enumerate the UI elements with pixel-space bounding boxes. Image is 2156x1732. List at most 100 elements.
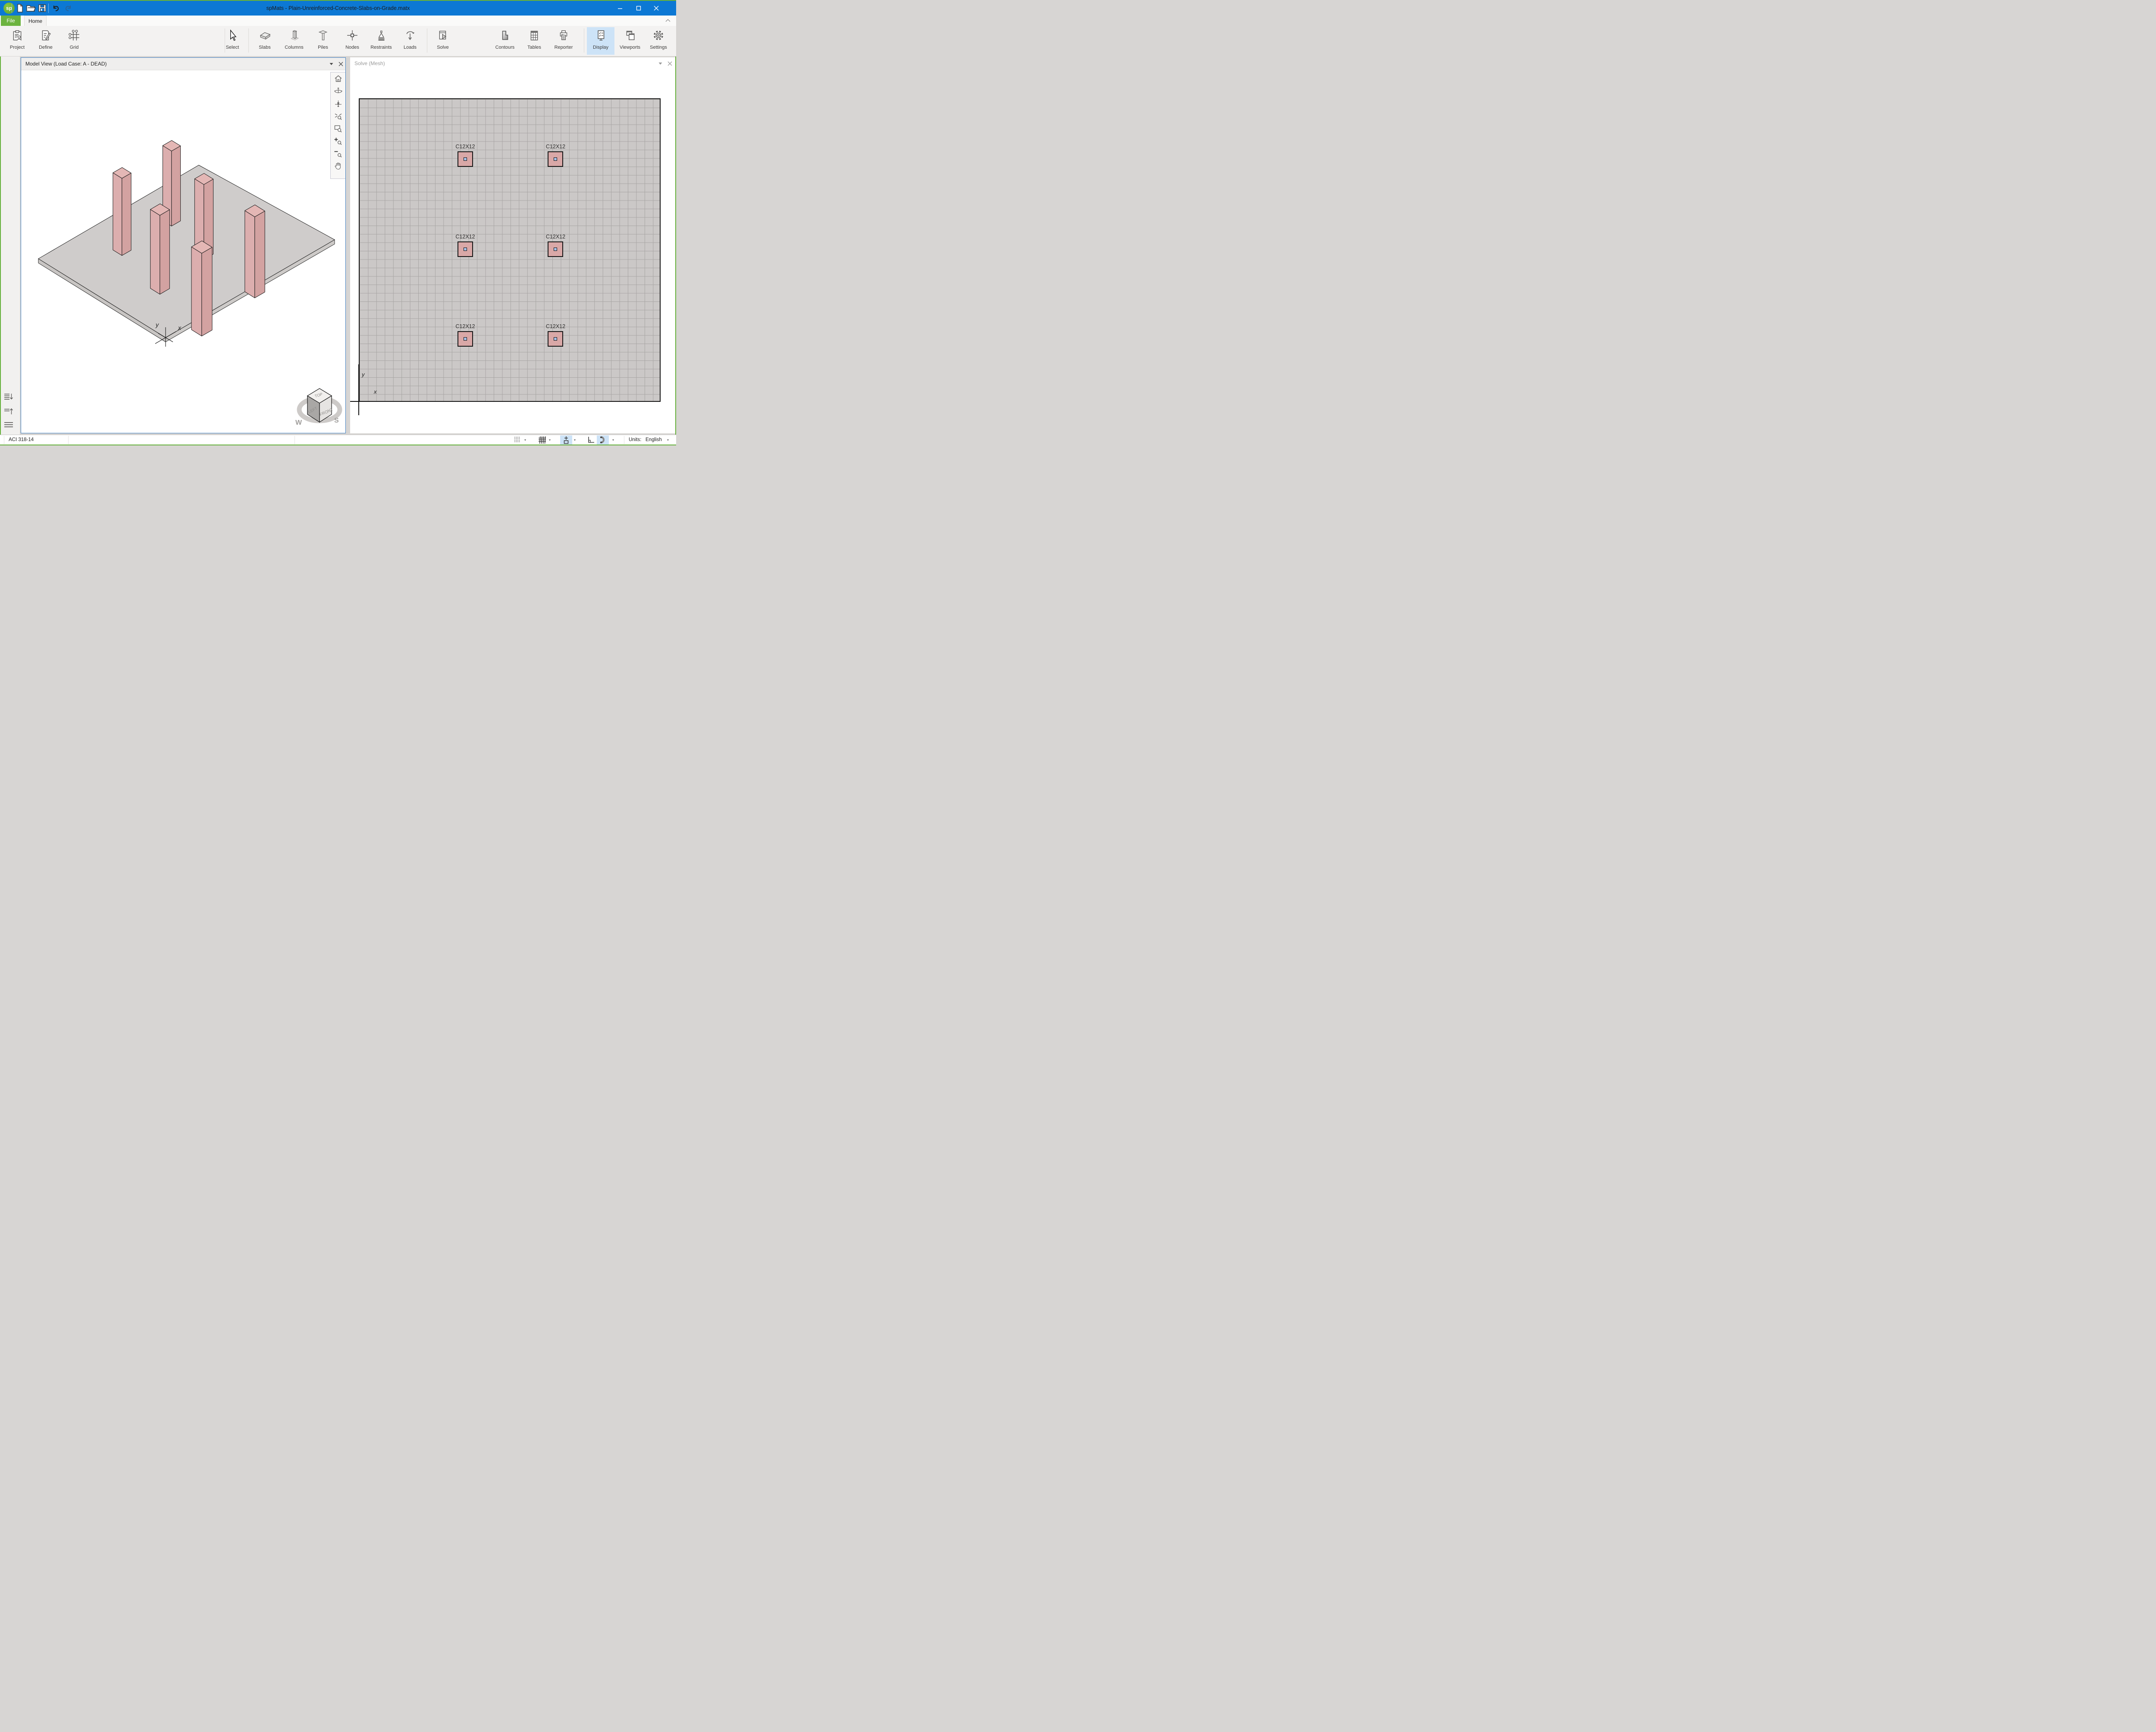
model-view-title-bar: Model View (Load Case: A - DEAD)	[21, 58, 345, 70]
sort-ascending-icon[interactable]	[4, 407, 13, 416]
axis-y-label: y	[155, 321, 159, 328]
close-button[interactable]	[646, 1, 666, 16]
column-3d-1[interactable]	[113, 173, 122, 256]
contours-icon	[499, 27, 511, 44]
node-numbers-dropdown-icon[interactable]: ▾	[524, 438, 526, 442]
solve-mesh-dropdown-icon[interactable]	[655, 57, 665, 70]
units-value[interactable]: English	[646, 435, 662, 445]
scene-3d: y x	[21, 70, 345, 433]
zoom-window-icon[interactable]	[334, 125, 342, 133]
ribbon-restraints-button[interactable]: Restraints	[367, 27, 395, 55]
ribbon-nodes-button[interactable]: Nodes	[338, 27, 366, 55]
ribbon-viewports-button[interactable]: Viewports	[616, 27, 644, 55]
mesh-node-marker	[554, 337, 557, 341]
snap-to-grid-icon[interactable]	[563, 436, 570, 444]
solve-mesh-panel: Solve (Mesh) C12X12C12X12C12X12C12X12C12…	[350, 57, 675, 433]
zoom-extents-icon[interactable]	[334, 112, 342, 120]
pan-hand-icon[interactable]	[334, 162, 342, 170]
column-3d-5[interactable]	[191, 247, 202, 336]
mesh-column-4[interactable]	[548, 241, 563, 257]
mesh-column-label: C12X12	[538, 323, 573, 329]
column-3d-2[interactable]	[172, 146, 181, 226]
loads-icon	[404, 27, 416, 44]
list-menu-icon[interactable]	[4, 421, 13, 428]
collapse-ribbon-icon[interactable]	[665, 18, 671, 23]
ribbon-tables-button[interactable]: Tables	[520, 27, 548, 55]
mesh-column-label: C12X12	[448, 323, 483, 329]
mesh-column-label: C12X12	[448, 144, 483, 150]
mesh-column-2[interactable]	[548, 151, 563, 167]
snap-dropdown-icon[interactable]: ▾	[574, 438, 576, 442]
select-cursor-icon	[226, 27, 238, 44]
model-view-panel: Model View (Load Case: A - DEAD) y x	[21, 57, 346, 433]
minimize-button[interactable]	[610, 1, 630, 16]
nodes-icon	[346, 27, 358, 44]
column-3d-3[interactable]	[160, 210, 170, 294]
mesh-column-label: C12X12	[448, 234, 483, 240]
ribbon-reporter-button[interactable]: Reporter	[550, 27, 577, 55]
ribbon-settings-button[interactable]: Settings	[645, 27, 672, 55]
pan-vertical-icon[interactable]	[334, 100, 342, 108]
mesh-surface[interactable]: C12X12C12X12C12X12C12X12C12X12C12X12	[359, 98, 661, 402]
ribbon-solve-button[interactable]: Solve	[429, 27, 457, 55]
restraints-icon	[375, 27, 387, 44]
sort-descending-icon[interactable]	[4, 393, 13, 401]
column-3d-6[interactable]	[245, 211, 255, 298]
ribbon-contours-button[interactable]: Contours	[491, 27, 519, 55]
home-view-icon[interactable]	[334, 75, 342, 83]
compass-west-label[interactable]: W	[295, 419, 302, 426]
design-code-label[interactable]: ACI 318-14	[9, 435, 65, 445]
mesh-column-5[interactable]	[458, 331, 473, 347]
status-bar: ACI 318-14 ▾ ▾ ▾ ▾ Units: English ▾	[0, 435, 676, 445]
solve-icon	[437, 27, 449, 44]
solve-mesh-title: Solve (Mesh)	[350, 60, 385, 66]
reporter-icon	[558, 27, 570, 44]
zoom-out-icon[interactable]	[334, 150, 342, 158]
ribbon-select-button[interactable]: Select	[219, 27, 246, 55]
mesh-axis-x-label: x	[374, 388, 377, 395]
column-3d-1[interactable]	[122, 173, 131, 255]
view-nav-toolbar	[330, 72, 345, 179]
model-view-close-icon[interactable]	[336, 58, 345, 70]
grid-display-dropdown-icon[interactable]: ▾	[549, 438, 551, 442]
node-numbers-icon[interactable]	[514, 436, 522, 444]
mesh-column-1[interactable]	[458, 151, 473, 167]
ribbon-project-button[interactable]: Project	[3, 27, 31, 55]
mesh-column-3[interactable]	[458, 241, 473, 257]
column-3d-3[interactable]	[150, 210, 160, 294]
grid-display-icon[interactable]	[539, 436, 546, 444]
ribbon-grid-button[interactable]: Grid	[60, 27, 88, 55]
tab-file[interactable]: File	[1, 16, 21, 26]
mesh-axis-x-line	[350, 401, 370, 402]
object-snap-icon[interactable]	[599, 436, 606, 444]
compass-south-label[interactable]: S	[334, 417, 339, 424]
ribbon-display-button[interactable]: Display	[587, 27, 614, 55]
ribbon-tab-row: File Home	[0, 16, 676, 26]
ribbon-define-button[interactable]: Define	[32, 27, 60, 55]
ribbon-loads-button[interactable]: Loads	[396, 27, 424, 55]
orbit-3d-icon[interactable]	[334, 87, 342, 95]
slab-top[interactable]	[38, 165, 335, 338]
model-view-dropdown-icon[interactable]	[326, 58, 336, 70]
units-label: Units:	[629, 435, 641, 445]
object-snap-dropdown-icon[interactable]: ▾	[612, 438, 614, 442]
model-view-canvas[interactable]: y x W S TOP FRONT LEFT	[21, 70, 345, 433]
solve-mesh-close-icon[interactable]	[665, 57, 674, 70]
axis-x-label: x	[178, 324, 182, 331]
tab-home[interactable]: Home	[24, 16, 47, 26]
units-dropdown-icon[interactable]: ▾	[667, 438, 669, 442]
column-3d-5[interactable]	[202, 247, 212, 336]
ribbon-columns-button[interactable]: Columns	[280, 27, 308, 55]
display-icon	[595, 27, 607, 44]
title-bar: sp spMats - Plain-Unreinforced-Concrete-…	[0, 1, 676, 16]
mesh-column-6[interactable]	[548, 331, 563, 347]
model-view-title: Model View (Load Case: A - DEAD)	[21, 61, 107, 67]
ribbon-slabs-button[interactable]: Slabs	[251, 27, 279, 55]
maximize-button[interactable]	[629, 1, 648, 16]
view-cube[interactable]: W S TOP FRONT LEFT	[293, 380, 345, 432]
ortho-mode-icon[interactable]	[587, 436, 595, 444]
ribbon-piles-button[interactable]: Piles	[309, 27, 337, 55]
column-3d-6[interactable]	[255, 211, 265, 298]
tables-icon	[528, 27, 540, 44]
zoom-in-icon[interactable]	[334, 137, 342, 145]
